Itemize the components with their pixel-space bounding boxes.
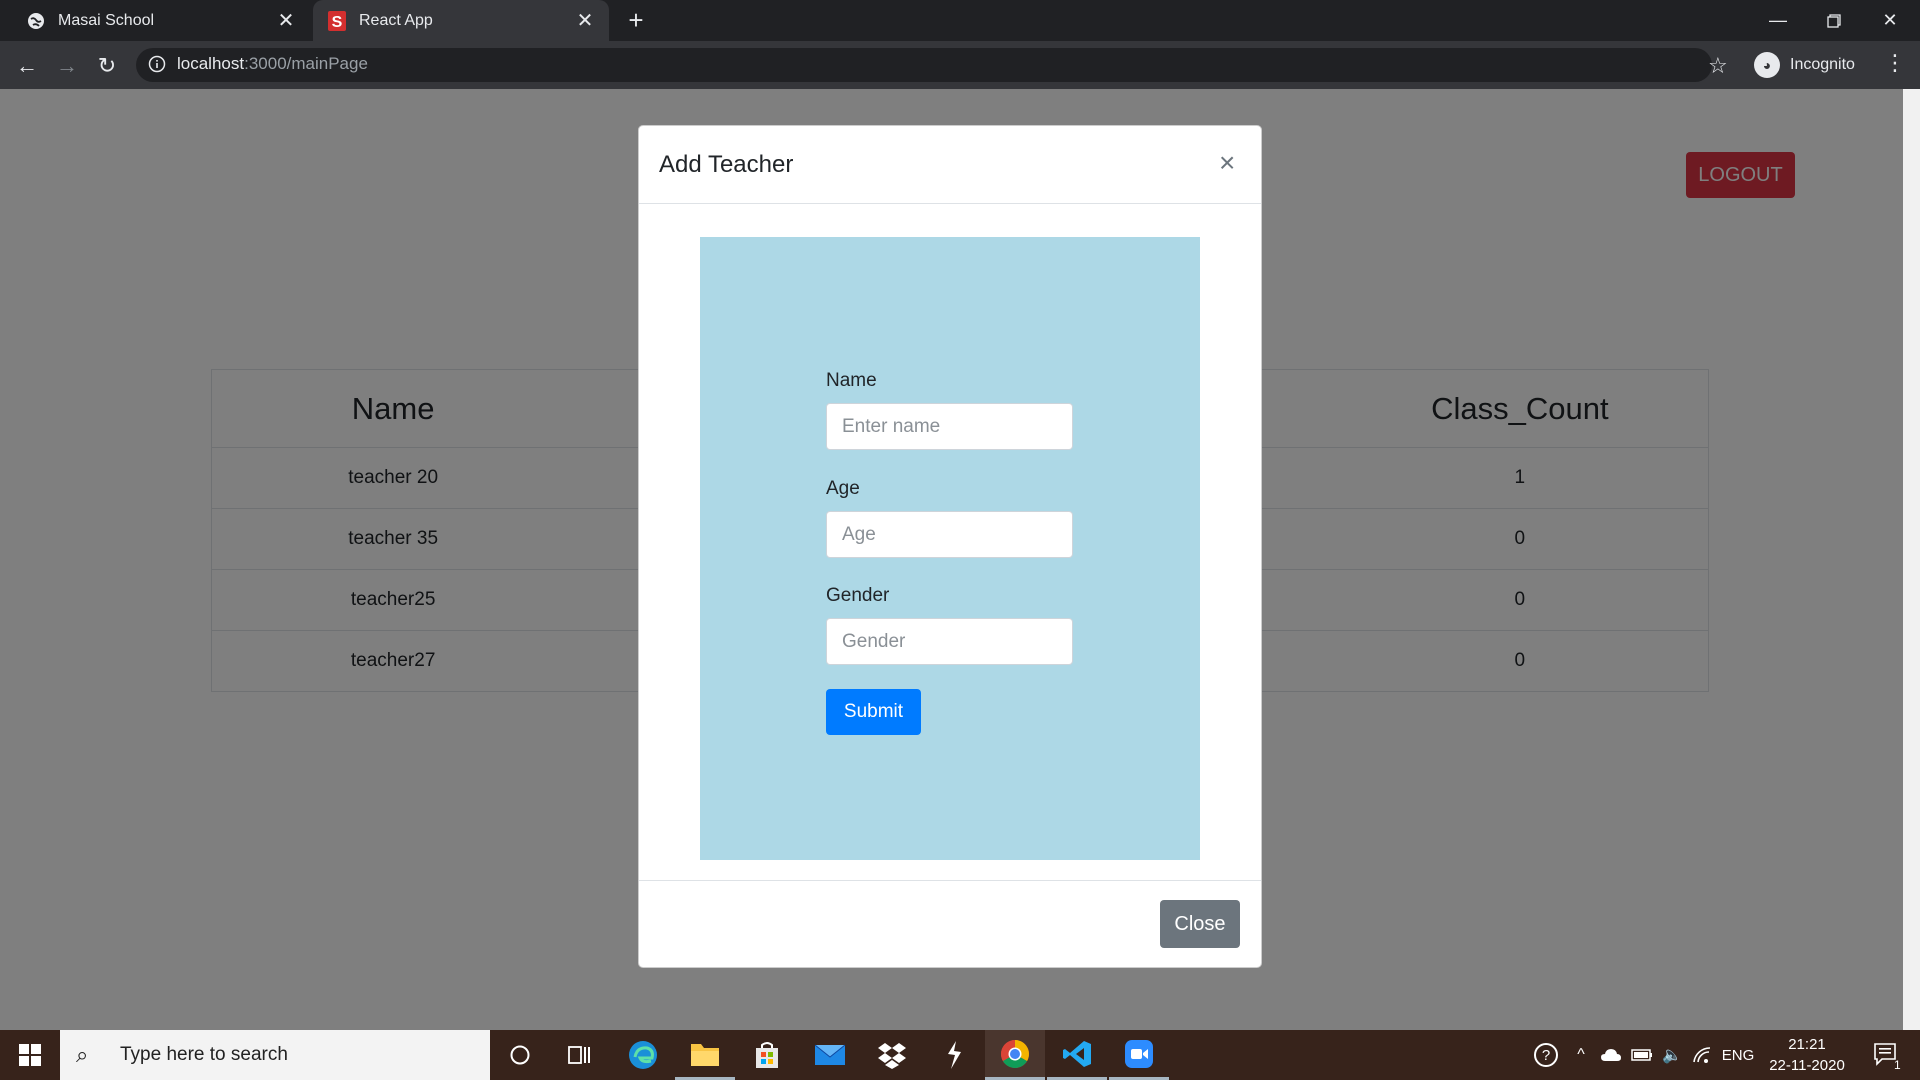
store-icon[interactable]	[737, 1030, 797, 1080]
back-icon[interactable]: ←	[11, 50, 43, 82]
restore-button[interactable]	[1806, 0, 1862, 41]
incognito-icon: ◕	[1754, 52, 1780, 78]
s-logo-icon: S	[327, 10, 347, 31]
info-icon[interactable]	[148, 55, 168, 75]
close-tab-icon[interactable]: ✕	[272, 7, 300, 35]
cortana-icon[interactable]	[490, 1030, 550, 1080]
bookmark-star-icon[interactable]: ☆	[1708, 53, 1728, 79]
taskbar-clock[interactable]: 21:21 22-11-2020	[1762, 1034, 1852, 1076]
windows-start-icon[interactable]	[0, 1030, 60, 1080]
incognito-label: Incognito	[1790, 56, 1855, 73]
url-host: localhost	[177, 54, 245, 73]
incognito-indicator[interactable]: ◕ Incognito	[1754, 49, 1855, 81]
age-label: Age	[826, 478, 860, 499]
tab-masai-school[interactable]: Masai School ✕	[0, 0, 310, 41]
close-button[interactable]: Close	[1160, 900, 1240, 948]
age-input[interactable]: Age	[826, 511, 1073, 558]
onedrive-icon[interactable]	[1596, 1030, 1626, 1080]
clock-date: 22-11-2020	[1769, 1057, 1845, 1074]
clock-time: 21:21	[1788, 1036, 1826, 1053]
chevron-up-icon[interactable]: ^	[1568, 1030, 1594, 1080]
close-icon[interactable]: ×	[1219, 148, 1235, 178]
battery-icon[interactable]	[1628, 1030, 1656, 1080]
mail-icon[interactable]	[800, 1030, 860, 1080]
url-path: :3000/mainPage	[244, 54, 368, 73]
search-placeholder: Type here to search	[120, 1044, 288, 1065]
close-tab-icon[interactable]: ✕	[571, 7, 599, 35]
tab-title: React App	[359, 11, 433, 29]
tab-title: Masai School	[58, 11, 155, 29]
new-tab-button[interactable]: +	[622, 6, 650, 34]
gender-input[interactable]: Gender	[826, 618, 1073, 665]
scrollbar[interactable]	[1903, 89, 1920, 1030]
vscode-icon[interactable]	[1047, 1030, 1107, 1080]
close-window-button[interactable]: ✕	[1862, 0, 1918, 41]
file-explorer-icon[interactable]	[675, 1030, 735, 1080]
edge-icon[interactable]	[613, 1030, 673, 1080]
notification-center-icon[interactable]: 1	[1862, 1030, 1912, 1080]
help-icon[interactable]: ?	[1528, 1030, 1564, 1080]
minimize-button[interactable]: —	[1750, 0, 1806, 41]
wifi-icon[interactable]	[1688, 1030, 1716, 1080]
globe-icon	[26, 11, 46, 31]
search-icon: ⌕	[76, 1042, 89, 1067]
tab-react-app[interactable]: S React App ✕	[313, 0, 609, 41]
forward-icon[interactable]: →	[51, 50, 83, 82]
taskbar-search-box[interactable]: ⌕ Type here to search	[60, 1030, 490, 1080]
task-view-icon[interactable]	[550, 1030, 610, 1080]
notification-count: 1	[1894, 1058, 1901, 1072]
menu-dots-icon[interactable]: ⋮	[1884, 52, 1906, 74]
svg-text:?: ?	[1542, 1047, 1550, 1064]
modal-header: Add Teacher ×	[639, 126, 1261, 204]
app-icon[interactable]	[924, 1030, 984, 1080]
submit-button[interactable]: Submit	[826, 689, 921, 735]
chrome-icon[interactable]	[985, 1030, 1045, 1080]
add-teacher-form: Name Enter name Age Age Gender Gender Su…	[700, 237, 1200, 860]
gender-label: Gender	[826, 585, 890, 606]
name-input[interactable]: Enter name	[826, 403, 1073, 450]
language-indicator[interactable]: ENG	[1718, 1030, 1758, 1080]
zoom-icon[interactable]	[1109, 1030, 1169, 1080]
volume-icon[interactable]: 🔈	[1658, 1030, 1686, 1080]
dropbox-icon[interactable]	[862, 1030, 922, 1080]
modal-title: Add Teacher	[659, 151, 794, 178]
name-label: Name	[826, 370, 877, 391]
url-text[interactable]: localhost:3000/mainPage	[177, 54, 368, 74]
address-bar[interactable]	[136, 48, 1712, 82]
modal-footer-divider	[639, 880, 1261, 881]
svg-text:S: S	[332, 14, 343, 31]
reload-icon[interactable]: ↻	[91, 50, 123, 82]
add-teacher-modal: Add Teacher × Name Enter name Age Age Ge…	[638, 125, 1262, 968]
